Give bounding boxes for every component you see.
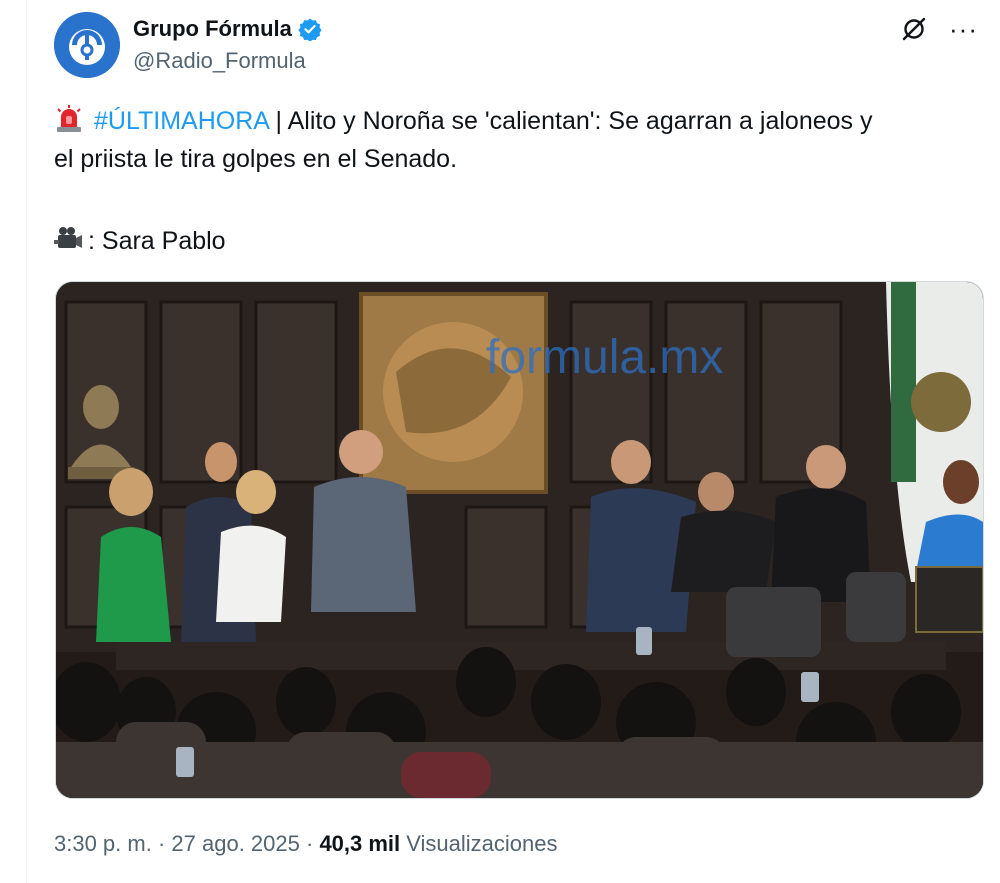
timeline-divider <box>26 0 27 883</box>
tweet-text: #ÚLTIMAHORA | Alito y Noroña se 'calient… <box>54 102 989 178</box>
siren-emoji-icon <box>57 105 81 132</box>
tweet-text-line2: el priista le tira golpes en el Senado. <box>54 145 458 173</box>
more-options-icon[interactable]: ··· <box>949 16 978 42</box>
grok-icon[interactable] <box>901 16 927 42</box>
video-camera-emoji-icon <box>54 227 82 248</box>
avatar[interactable] <box>54 12 120 78</box>
video-player[interactable]: formula.mx <box>55 281 984 799</box>
video-credit-text: : Sara Pablo <box>88 227 226 255</box>
video-credit: : Sara Pablo <box>54 222 226 260</box>
tweet-date[interactable]: 27 ago. 2025 <box>171 831 299 856</box>
verified-badge-icon <box>298 18 322 41</box>
meta-separator: · <box>151 831 172 856</box>
tweet-line-1: #ÚLTIMAHORA | Alito y Noroña se 'calient… <box>54 102 989 140</box>
author-name-row[interactable]: Grupo Fórmula <box>133 14 322 44</box>
tweet-actions-top: ··· <box>901 16 978 42</box>
video-watermark: formula.mx <box>486 331 724 384</box>
tweet-metadata: 3:30 p. m. · 27 ago. 2025 · 40,3 mil Vis… <box>54 828 558 860</box>
author-handle[interactable]: @Radio_Formula <box>133 46 322 76</box>
author-display-name[interactable]: Grupo Fórmula <box>133 14 292 44</box>
tweet-time[interactable]: 3:30 p. m. <box>54 831 152 856</box>
views-label[interactable]: Visualizaciones <box>400 831 557 856</box>
tweet-text-line1: | Alito y Noroña se 'calientan': Se agar… <box>268 107 873 135</box>
views-count[interactable]: 40,3 mil <box>319 831 400 856</box>
radio-formula-logo-icon <box>54 12 120 78</box>
meta-separator: · <box>299 831 320 856</box>
hashtag-link[interactable]: #ÚLTIMAHORA <box>94 107 269 135</box>
author-block: Grupo Fórmula @Radio_Formula <box>133 14 322 76</box>
